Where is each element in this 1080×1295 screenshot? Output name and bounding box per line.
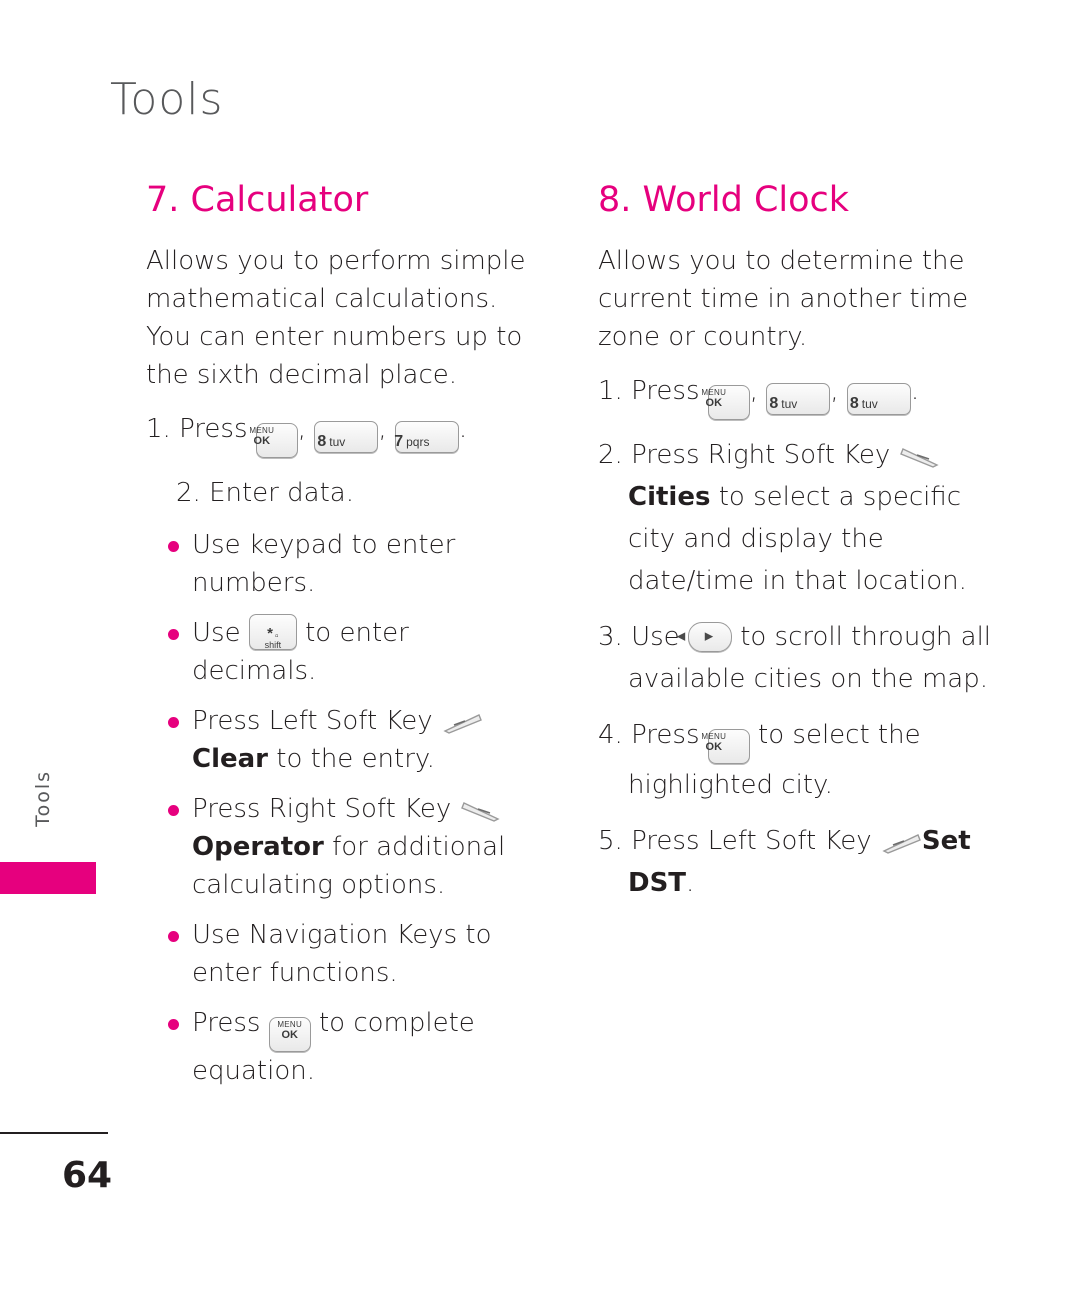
world-clock-step-5: 5. Press Left Soft Key Set DST.: [598, 820, 998, 904]
number-8-key-icon: 8 tuv: [314, 421, 379, 453]
step-bold-cities: Cities: [628, 482, 711, 512]
step-text: Press: [631, 376, 700, 406]
bullet-text: Use: [192, 618, 241, 648]
menu-ok-key-icon: MENU OK: [701, 729, 750, 764]
menu-ok-key-icon: MENU OK: [249, 423, 298, 458]
step-text: Press: [179, 414, 248, 444]
step-text: Press: [631, 720, 700, 750]
step-number: 4.: [598, 720, 623, 750]
step-number: 1.: [146, 414, 171, 444]
bullet-bold-operator: Operator: [192, 832, 324, 862]
step-number: 1.: [598, 376, 623, 406]
list-item: Press MENU OK to complete equation.: [146, 1004, 536, 1090]
world-clock-step-1: 1. Press MENU OK , 8 tuv , 8 tuv .: [598, 370, 998, 420]
bullet-text: Use Navigation Keys to enter functions.: [192, 920, 492, 988]
calculator-intro: Allows you to perform simple mathematica…: [146, 246, 526, 390]
comma-2: ,: [830, 376, 839, 406]
step-text: Press Left Soft Key: [631, 826, 872, 856]
list-item: Press Left Soft Key Clear to the entry.: [146, 702, 536, 778]
left-column: 7. Calculator Allows you to perform simp…: [146, 180, 536, 1102]
comma-2: ,: [378, 414, 387, 444]
section-title-calculator: 7. Calculator: [146, 180, 369, 220]
section-title-world-clock: 8. World Clock: [598, 180, 850, 220]
list-item: Use keypad to enter numbers.: [146, 526, 536, 602]
step-text-2: .: [686, 868, 695, 898]
bullet-text-2: to the entry.: [276, 744, 435, 774]
number-7-key-icon: 7 pqrs: [394, 421, 459, 453]
world-clock-step-4: 4. Press MENU OK to select the highlighte…: [598, 714, 998, 806]
list-item: Use Navigation Keys to enter functions.: [146, 916, 536, 992]
bullet-text: Use keypad to enter numbers.: [192, 530, 456, 598]
step-number: 5.: [598, 826, 623, 856]
step-text: Enter data.: [209, 478, 354, 508]
right-column: 8. World Clock Allows you to determine t…: [598, 180, 998, 904]
bullet-text: Press Left Soft Key: [192, 706, 433, 736]
period-1: .: [910, 376, 920, 406]
number-8-key-icon-2: 8 tuv: [846, 383, 911, 415]
world-clock-step-3: 3. Use ◀ ▶ to scroll through all availabl…: [598, 616, 998, 700]
navigation-scroll-key-icon: ◀ ▶: [677, 622, 732, 652]
menu-ok-key-icon: MENU OK: [701, 385, 750, 420]
right-soft-key-icon: [460, 799, 502, 823]
step-number: 3.: [598, 622, 623, 652]
step-text: Use: [631, 622, 680, 652]
calculator-bullets: Use keypad to enter numbers. Use * ▫ shift…: [146, 526, 536, 1090]
step-text: Press Right Soft Key: [631, 440, 891, 470]
step-number: 2.: [598, 440, 623, 470]
calculator-step-2: 2. Enter data.: [146, 472, 536, 514]
world-clock-intro: Allows you to determine the current time…: [598, 246, 969, 352]
side-tab-label: Tools: [32, 770, 54, 827]
star-shift-key-icon: * ▫ shift: [248, 614, 297, 650]
page-number: 64: [62, 1155, 113, 1196]
bullet-text: Press Right Soft Key: [192, 794, 452, 824]
manual-page: Tools Tools 7. Calculator Allows you to …: [0, 0, 1080, 1295]
side-tab-bar: [0, 862, 96, 894]
left-soft-key-icon: [880, 831, 922, 855]
list-item: Press Right Soft Key Operator for additi…: [146, 790, 536, 904]
comma-1: ,: [297, 414, 307, 444]
bullet-bold-clear: Clear: [192, 744, 268, 774]
calculator-step-1: 1. Press MENU OK , 8 tuv , 7 pqrs .: [146, 408, 536, 458]
bullet-text: Press: [192, 1008, 261, 1038]
footer-divider: [0, 1132, 108, 1134]
number-8-key-icon: 8 tuv: [766, 383, 831, 415]
comma-1: ,: [749, 376, 759, 406]
page-title: Tools: [110, 74, 224, 125]
world-clock-step-2: 2. Press Right Soft Key Cities to select…: [598, 434, 998, 602]
left-soft-key-icon: [441, 711, 483, 735]
step-number: 2.: [176, 478, 201, 508]
menu-ok-key-icon: MENU OK: [268, 1017, 311, 1052]
right-soft-key-icon: [899, 445, 941, 469]
period-1: .: [458, 414, 468, 444]
list-item: Use * ▫ shift to enter decimals.: [146, 614, 536, 690]
